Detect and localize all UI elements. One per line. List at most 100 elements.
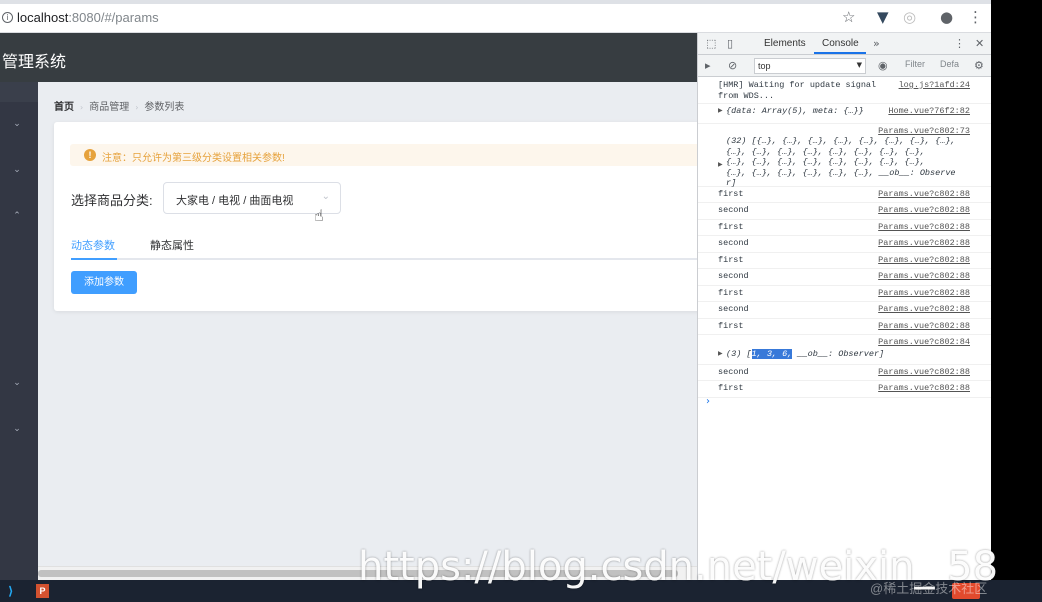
console-message: second (718, 304, 749, 314)
console-output: › log.js?1afd:24 [HMR] Waiting for update… (698, 78, 991, 578)
console-line: Params.vue?c802:88 first (698, 381, 991, 398)
screen: i localhost:8080/#/params ☆ ▼ ◎ ● ⋮ 管理系统… (0, 0, 1042, 602)
watermark-csdn: https://blog.csdn.net/weixin_ 58 (358, 544, 999, 590)
address-bar: i localhost:8080/#/params ☆ ▼ ◎ ● ⋮ (0, 0, 991, 33)
source-link[interactable]: Params.vue?c802:73 (878, 126, 970, 136)
extension-icon[interactable]: ◎ (903, 8, 916, 26)
breadcrumb-home[interactable]: 首页 (54, 102, 74, 113)
account-icon[interactable]: ● (940, 8, 953, 26)
console-line: log.js?1afd:24 [HMR] Waiting for update s… (698, 78, 991, 104)
source-link[interactable]: Params.vue?c802:88 (878, 288, 970, 298)
console-message[interactable]: (3) [1, 3, 6, __ob__: Observer] (726, 349, 884, 359)
tab-elements[interactable]: Elements (764, 38, 806, 49)
vscode-icon[interactable]: ⟩ (8, 584, 22, 598)
expand-triangle-icon[interactable]: ▶ (718, 350, 723, 357)
settings-gear-icon[interactable]: ⚙ (974, 59, 984, 72)
menu-kebab-icon[interactable]: ⋮ (968, 8, 983, 26)
breadcrumb-params: 参数列表 (144, 102, 185, 113)
url-host: localhost (17, 10, 69, 25)
powerpoint-icon[interactable]: P (36, 584, 49, 598)
chevron-down-icon: ⌄ (321, 191, 330, 202)
source-link[interactable]: Params.vue?c802:88 (878, 222, 970, 232)
console-message: first (718, 222, 744, 232)
sidebar-toggle[interactable] (0, 82, 38, 102)
url-field[interactable]: localhost:8080/#/params (17, 10, 159, 25)
context-select[interactable]: top ▼ (754, 58, 866, 74)
console-message: first (718, 321, 744, 331)
console-message: first (718, 189, 744, 199)
tab-dynamic-params[interactable]: 动态参数 (71, 237, 115, 253)
device-toolbar-icon[interactable]: ▯ (727, 37, 733, 50)
active-tab-indicator (814, 52, 866, 54)
chevron-down-icon[interactable]: ⌄ (11, 378, 23, 390)
category-label: 选择商品分类: (71, 193, 153, 208)
sidebar-toggle-icon[interactable]: ▸ (705, 59, 711, 72)
console-line: Params.vue?c802:88 second (698, 269, 991, 286)
star-icon[interactable]: ☆ (842, 8, 855, 26)
source-link[interactable]: Params.vue?c802:88 (878, 271, 970, 281)
main-content: 首页 › 商品管理 › 参数列表 ! 注意：只允许为第三级分类设置相关参数! 选择商品分… (38, 82, 697, 580)
filter-input[interactable]: Filter (905, 59, 925, 69)
source-link[interactable]: Home.vue?76f2:82 (888, 106, 970, 116)
params-card: ! 注意：只允许为第三级分类设置相关参数! 选择商品分类: 大家电 / 电视 /… (54, 122, 697, 311)
expand-triangle-icon[interactable]: ▶ (718, 107, 723, 114)
console-line: Params.vue?c802:88 second (698, 302, 991, 319)
more-tabs-icon[interactable]: » (873, 37, 880, 50)
chevron-down-icon[interactable]: ⌄ (11, 424, 23, 436)
cascader-value: 大家电 / 电视 / 曲面电视 (176, 195, 294, 207)
devtools-menu-icon[interactable]: ⋮ (954, 37, 965, 50)
url-path: :8080/#/params (68, 10, 159, 25)
message-suffix: __ob__: Observer] (792, 349, 885, 359)
chevron-up-icon[interactable]: ⌃ (11, 211, 23, 223)
message-prefix: (3) [ (726, 349, 752, 359)
console-message: first (718, 288, 744, 298)
add-param-button[interactable]: 添加参数 (71, 271, 137, 294)
admin-app: 管理系统 ⌄ ⌄ ⌃ ⌄ ⌄ 首页 › 商品管理 › 参数列表 ! 注意：只允许为第三级… (0, 33, 697, 580)
console-line: Params.vue?c802:88 first (698, 286, 991, 302)
app-title: 管理系统 (2, 54, 67, 71)
console-line: Params.vue?c802:88 second (698, 203, 991, 220)
clear-console-icon[interactable]: ⊘ (728, 59, 737, 72)
source-link[interactable]: Params.vue?c802:84 (878, 337, 970, 347)
chevron-right-icon: › (135, 103, 139, 112)
source-link[interactable]: Params.vue?c802:88 (878, 189, 970, 199)
chevron-down-icon[interactable]: ⌄ (11, 119, 23, 131)
inspect-element-icon[interactable]: ⬚ (706, 37, 716, 50)
console-message: [HMR] Waiting for update signal from WDS… (718, 80, 877, 101)
console-message[interactable]: {data: Array(5), meta: {…}} (726, 106, 864, 116)
console-line: Params.vue?c802:73 ▶ (32) [{…}, {…}, {…}, … (698, 124, 991, 189)
source-link[interactable]: Params.vue?c802:88 (878, 321, 970, 331)
console-line: Params.vue?c802:84 ▶ (3) [1, 3, 6, __ob__:… (698, 335, 991, 365)
chevron-down-icon[interactable]: ⌄ (11, 165, 23, 177)
expand-triangle-icon[interactable]: ▶ (718, 161, 723, 168)
console-line: Params.vue?c802:88 first (698, 187, 991, 203)
eye-icon[interactable]: ◉ (878, 59, 888, 72)
source-link[interactable]: Params.vue?c802:88 (878, 367, 970, 377)
console-line: Params.vue?c802:88 first (698, 220, 991, 236)
console-line: Params.vue?c802:88 first (698, 319, 991, 335)
console-toolbar: ▸ ⊘ top ▼ ◉ Filter Defa ⚙ (698, 55, 991, 77)
source-link[interactable]: log.js?1afd:24 (899, 80, 970, 90)
devtools-tabbar: ⬚ ▯ Elements Console » ⋮ ✕ (698, 33, 991, 55)
console-message[interactable]: (32) [{…}, {…}, {…}, {…}, {…}, {…}, {…},… (726, 136, 956, 189)
source-link[interactable]: Params.vue?c802:88 (878, 304, 970, 314)
source-link[interactable]: Params.vue?c802:88 (878, 205, 970, 215)
browser-window: i localhost:8080/#/params ☆ ▼ ◎ ● ⋮ 管理系统… (0, 0, 991, 580)
source-link[interactable]: Params.vue?c802:88 (878, 383, 970, 393)
tab-console[interactable]: Console (822, 38, 859, 49)
console-message: first (718, 255, 744, 265)
breadcrumb: 首页 › 商品管理 › 参数列表 (54, 98, 184, 113)
hand-cursor-icon: ☝ (314, 206, 324, 225)
sidebar: ⌄ ⌄ ⌃ ⌄ ⌄ (0, 82, 38, 580)
console-line: Params.vue?c802:88 first (698, 253, 991, 269)
active-tab-indicator (71, 258, 117, 260)
info-icon[interactable]: i (2, 12, 13, 23)
source-link[interactable]: Params.vue?c802:88 (878, 255, 970, 265)
source-link[interactable]: Params.vue?c802:88 (878, 238, 970, 248)
tab-static-attrs[interactable]: 静态属性 (150, 237, 194, 253)
console-message: second (718, 205, 749, 215)
vue-devtools-icon[interactable]: ▼ (877, 8, 889, 26)
selected-text: 1, 3, 6, (751, 349, 793, 359)
close-icon[interactable]: ✕ (975, 37, 984, 50)
log-levels-select[interactable]: Defa (940, 59, 959, 69)
